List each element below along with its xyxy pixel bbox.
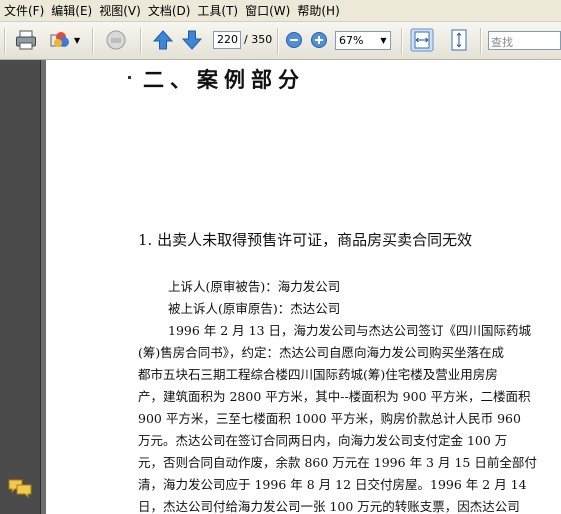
chevron-down-icon[interactable]: ▼ xyxy=(74,36,80,45)
page-total: / 350 xyxy=(244,33,273,46)
email-icon xyxy=(50,32,69,47)
appellee-line: 被上诉人(原审原告)：杰达公司 xyxy=(168,301,341,316)
email-button[interactable] xyxy=(48,28,72,52)
menu-file[interactable]: 文件(F) xyxy=(0,1,47,21)
document-view[interactable]: 二、案例部分 1. 出卖人未取得预售许可证，商品房买卖合同无效 上诉人(原审被告… xyxy=(46,60,561,514)
menu-window[interactable]: 窗口(W) xyxy=(241,1,293,21)
paragraph-line: 元，否则合同自动作废，余款 860 万元在 1996 年 3 月 15 日前全部… xyxy=(138,455,537,470)
case-title: 1. 出卖人未取得预售许可证，商品房买卖合同无效 xyxy=(138,231,473,249)
bullet-dot xyxy=(128,76,131,79)
zoom-select[interactable]: 67% ▼ xyxy=(335,31,391,50)
fit-width-button[interactable] xyxy=(410,28,434,52)
menu-help[interactable]: 帮助(H) xyxy=(293,1,342,21)
section-title: 二、案例部分 xyxy=(143,67,305,92)
toolbar-grip xyxy=(4,28,6,54)
paragraph-line: (筹)售房合同书》，约定：杰达公司自愿向海力发公司购买坐落在成 xyxy=(138,345,505,360)
search-input[interactable]: 查找 xyxy=(488,31,561,50)
page-number-input[interactable]: 220 xyxy=(213,31,241,49)
zoom-value: 67% xyxy=(339,34,364,47)
paragraph-line: 万元。杰达公司在签订合同两日内，向海力发公司支付定金 100 万 xyxy=(138,433,508,448)
search-placeholder: 查找 xyxy=(491,36,513,49)
zoom-in-icon xyxy=(311,32,327,48)
toolbar-separator xyxy=(140,28,142,54)
arrow-up-icon xyxy=(152,30,174,50)
previous-page-button[interactable] xyxy=(151,28,175,52)
arrow-down-icon xyxy=(181,30,203,50)
paragraph-line: 产，建筑面积为 2800 平方米，其中--楼面积为 900 平方米，二楼面积 xyxy=(138,389,531,404)
comment-icon xyxy=(8,479,32,499)
zoom-in-button[interactable] xyxy=(310,31,328,51)
stamp-icon xyxy=(106,30,126,50)
menu-view[interactable]: 视图(V) xyxy=(95,1,144,21)
zoom-out-button[interactable] xyxy=(285,31,303,51)
print-button[interactable] xyxy=(14,28,38,52)
fit-page-button[interactable] xyxy=(447,28,471,52)
toolbar-separator xyxy=(401,28,403,54)
printer-icon xyxy=(16,30,36,50)
paragraph-line: 日，杰达公司付给海力发公司一张 100 万元的转账支票，因杰达公司 xyxy=(138,499,520,514)
menu-tools[interactable]: 工具(T) xyxy=(193,1,241,21)
chevron-down-icon[interactable]: ▼ xyxy=(377,32,390,49)
zoom-out-icon xyxy=(286,32,302,48)
fit-page-icon xyxy=(451,29,467,51)
navigation-panel xyxy=(0,60,41,514)
toolbar-separator xyxy=(480,28,482,54)
comments-button[interactable] xyxy=(7,478,33,499)
toolbar: ▼ 220 / 350 67% ▼ 查找 xyxy=(0,22,561,60)
paragraph-line: 900 平方米，三至七楼面积 1000 平方米，购房价款总计人民币 960 xyxy=(138,411,521,426)
paragraph-line: 都市五块石三期工程综合楼四川国际药城(筹)住宅楼及营业用房房 xyxy=(138,367,498,382)
toolbar-separator xyxy=(277,28,279,54)
appellant-line: 上诉人(原审被告)：海力发公司 xyxy=(168,279,341,294)
stamp-button[interactable] xyxy=(104,28,128,52)
paragraph-line: 1996 年 2 月 13 日，海力发公司与杰达公司签订《四川国际药城 xyxy=(168,323,532,338)
menu-edit[interactable]: 编辑(E) xyxy=(47,1,95,21)
paragraph-line: 清，海力发公司应于 1996 年 8 月 12 日交付房屋。1996 年 2 月… xyxy=(138,477,527,492)
fit-width-icon xyxy=(410,28,434,52)
document-page: 二、案例部分 1. 出卖人未取得预售许可证，商品房买卖合同无效 上诉人(原审被告… xyxy=(46,60,561,514)
next-page-button[interactable] xyxy=(180,28,204,52)
toolbar-separator xyxy=(92,28,94,54)
menu-document[interactable]: 文档(D) xyxy=(144,1,194,21)
menu-bar: 文件(F) 编辑(E) 视图(V) 文档(D) 工具(T) 窗口(W) 帮助(H… xyxy=(0,0,561,22)
